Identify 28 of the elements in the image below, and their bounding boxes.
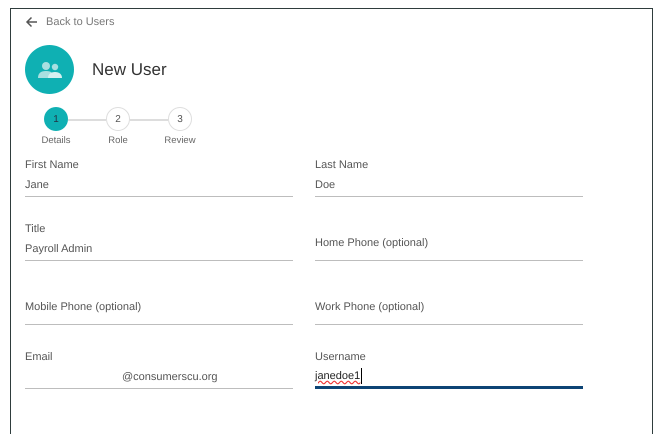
input-field[interactable]: Payroll Admin — [25, 237, 293, 262]
input-field[interactable]: @consumerscu.org — [25, 365, 293, 390]
users-avatar-icon — [25, 45, 74, 94]
field-value: janedoe1 — [315, 368, 362, 384]
step-label: Details — [41, 134, 71, 148]
field-value: Payroll Admin — [25, 242, 92, 257]
field-value: Doe — [315, 178, 336, 193]
step-number[interactable]: 2 — [106, 107, 130, 131]
step-label: Review — [164, 134, 196, 148]
field-label: Last Name — [315, 158, 368, 174]
email-suffix: @consumerscu.org — [122, 370, 218, 385]
field-label: Title — [25, 222, 46, 238]
field-label: Email — [25, 350, 53, 366]
input-field[interactable]: Jane — [25, 173, 293, 198]
field-value: Jane — [25, 178, 49, 193]
step-label: Role — [108, 134, 128, 148]
field-label: Mobile Phone (optional) — [25, 300, 142, 316]
field-label: Username — [315, 350, 366, 366]
input-field[interactable]: Doe — [315, 173, 583, 198]
field-label: First Name — [25, 158, 79, 174]
back-arrow-icon — [25, 16, 38, 28]
step-number[interactable]: 1 — [44, 107, 68, 131]
input-field[interactable]: janedoe1 — [315, 365, 583, 390]
field-label: Work Phone (optional) — [315, 300, 424, 316]
step-number[interactable]: 3 — [168, 107, 192, 131]
back-link[interactable]: Back to Users — [25, 13, 114, 31]
page-title: New User — [92, 58, 167, 81]
field-label: Home Phone (optional) — [315, 236, 428, 252]
